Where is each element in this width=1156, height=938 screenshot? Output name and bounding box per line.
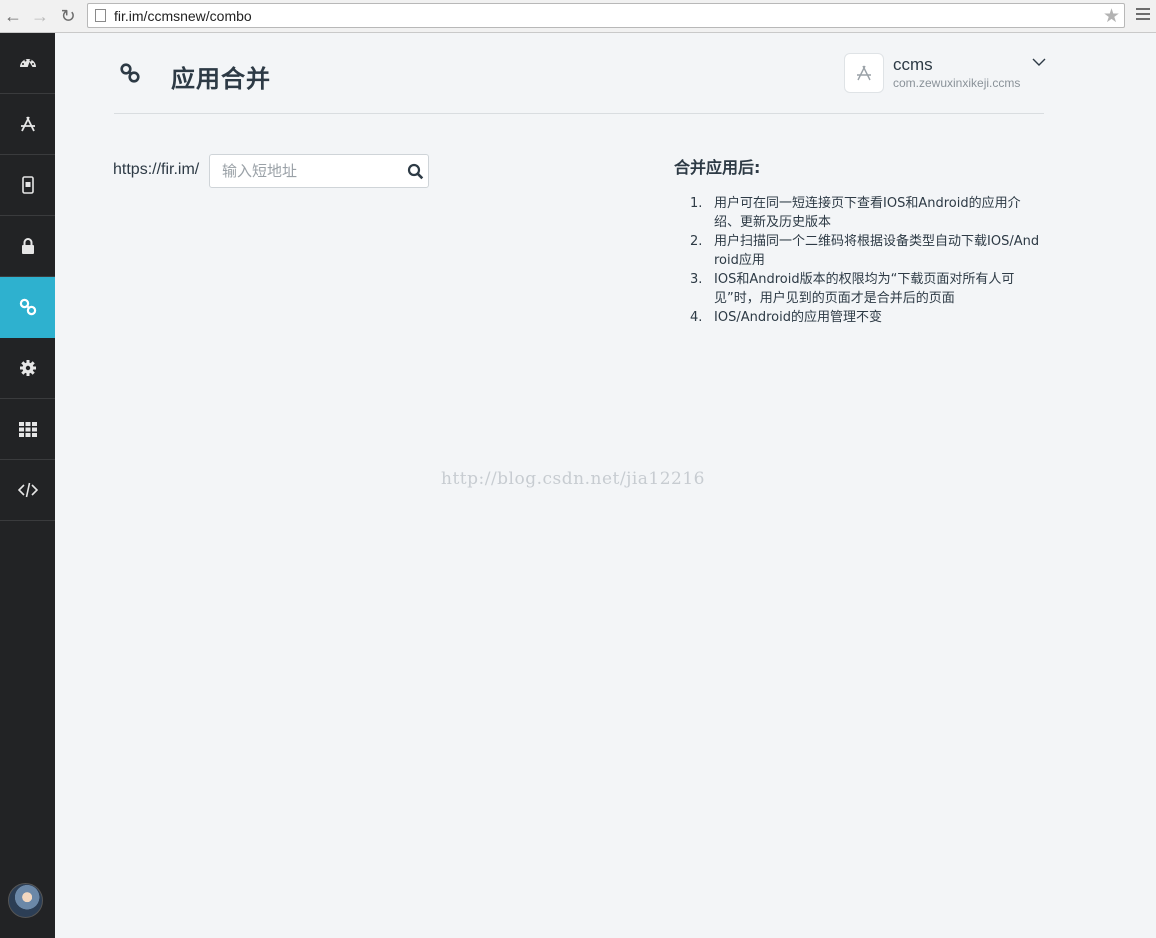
list-item: 2. 用户扫描同一个二维码将根据设备类型自动下载IOS/Android应用 (690, 234, 1040, 268)
app-bundle-id: com.zewuxinxikeji.ccms (893, 76, 1021, 90)
watermark: http://blog.csdn.net/jia12216 (441, 469, 705, 489)
grid-icon (18, 422, 37, 437)
sidebar-item-combo[interactable] (0, 277, 55, 338)
back-button[interactable]: ← (2, 5, 24, 27)
app-store-icon (857, 65, 871, 81)
sidebar-item-dashboard[interactable] (0, 33, 55, 94)
device-id-icon (21, 176, 34, 194)
page-title: 应用合并 (171, 65, 271, 93)
gear-icon (19, 360, 36, 376)
avatar[interactable] (8, 883, 43, 918)
list-item: 4. IOS/Android的应用管理不变 (690, 310, 882, 325)
sidebar-item-devices[interactable] (0, 155, 55, 216)
code-icon (17, 482, 38, 498)
browser-menu-icon[interactable] (1136, 8, 1150, 22)
link-icon (19, 298, 36, 316)
sidebar-item-api[interactable] (0, 460, 55, 521)
app-store-icon (20, 116, 35, 132)
sidebar-item-apps[interactable] (0, 94, 55, 155)
app-icon[interactable] (844, 53, 884, 93)
search-icon[interactable] (407, 163, 424, 180)
sidebar-item-tools[interactable] (0, 399, 55, 460)
bookmark-star-icon[interactable]: ★ (1103, 5, 1120, 28)
list-item: 1. 用户可在同一短连接页下查看IOS和Android的应用介绍、更新及历史版本 (690, 196, 1021, 230)
url-prefix: https://fir.im/ (113, 161, 200, 178)
reload-button[interactable]: ↻ (57, 5, 79, 27)
forward-button[interactable]: → (29, 5, 51, 27)
link-icon (120, 63, 140, 83)
sidebar-item-security[interactable] (0, 216, 55, 277)
info-title: 合并应用后: (674, 158, 761, 177)
main-content: 应用合并 ccms com.zewuxinxikeji.ccms https:/… (55, 33, 1156, 938)
header-divider (114, 113, 1044, 114)
page-icon (95, 9, 106, 22)
lock-icon (21, 238, 34, 254)
sidebar (0, 33, 55, 938)
list-item: 3. IOS和Android版本的权限均为“下载页面对所有人可见”时，用户见到的页… (690, 272, 1015, 306)
browser-toolbar: ← → ↻ fir.im/ccmsnew/combo ★ (0, 0, 1156, 33)
address-bar[interactable]: fir.im/ccmsnew/combo ★ (87, 3, 1125, 28)
address-url: fir.im/ccmsnew/combo (114, 8, 252, 24)
dashboard-icon (19, 59, 36, 67)
short-url-field[interactable] (209, 154, 429, 188)
info-list: 1. 用户可在同一短连接页下查看IOS和Android的应用介绍、更新及历史版本 … (690, 194, 1042, 327)
app-name[interactable]: ccms (893, 55, 933, 75)
short-url-input[interactable] (210, 155, 400, 187)
sidebar-item-settings[interactable] (0, 338, 55, 399)
chevron-down-icon[interactable] (1032, 57, 1046, 67)
